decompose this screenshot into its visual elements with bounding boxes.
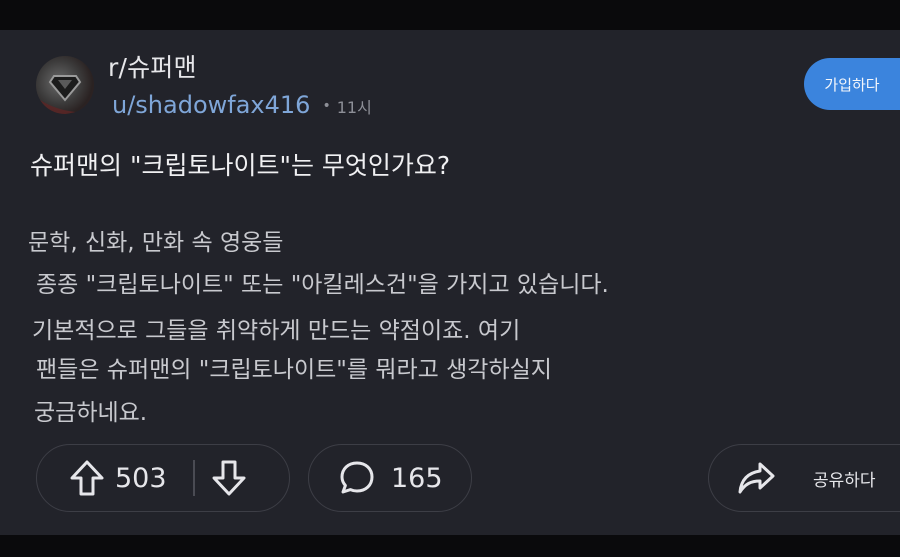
vote-bar: 503 [36, 444, 290, 512]
superman-emblem-icon [36, 75, 82, 114]
bottom-bar [0, 535, 900, 557]
share-icon-wrap [735, 457, 777, 499]
vote-divider [193, 460, 195, 496]
share-button[interactable]: 공유하다 [708, 444, 900, 512]
join-button[interactable]: 가입하다 [804, 58, 900, 110]
comment-count: 165 [391, 462, 443, 494]
comment-icon-wrap [337, 458, 377, 498]
top-bar [0, 0, 900, 30]
post-body-line: 기본적으로 그들을 취약하게 만드는 약점이죠. 여기 [32, 318, 521, 344]
post-body-line: 문학, 신화, 만화 속 영웅들 [28, 230, 284, 256]
post-meta: u/shadowfax416 • 11시 [112, 91, 372, 119]
share-arrow-icon [738, 462, 775, 494]
post-title[interactable]: 슈퍼맨의 "크립토나이트"는 무엇인가요? [30, 146, 450, 182]
vote-count: 503 [115, 462, 167, 494]
arrow-up-icon [70, 460, 104, 496]
speech-bubble-icon [340, 461, 374, 494]
share-label: 공유하다 [813, 470, 876, 491]
post-body-line: 궁금하네요. [34, 400, 148, 426]
comments-button[interactable]: 165 [308, 444, 472, 512]
downvote-button[interactable] [209, 458, 249, 498]
arrow-down-icon [212, 460, 246, 496]
post-time: 11시 [336, 98, 372, 117]
subreddit-avatar[interactable] [36, 56, 94, 114]
meta-separator: • [322, 98, 331, 114]
subreddit-name[interactable]: r/슈퍼맨 [108, 48, 197, 84]
post-body-line: 종종 "크립토나이트" 또는 "아킬레스건"을 가지고 있습니다. [36, 272, 609, 298]
post-body-line: 팬들은 슈퍼맨의 "크립토나이트"를 뭐라고 생각하실지 [36, 357, 552, 383]
upvote-button[interactable] [67, 458, 107, 498]
username-link[interactable]: u/shadowfax416 [112, 91, 310, 119]
screen: r/슈퍼맨 u/shadowfax416 • 11시 가입하다 슈퍼맨의 "크립… [0, 0, 900, 557]
